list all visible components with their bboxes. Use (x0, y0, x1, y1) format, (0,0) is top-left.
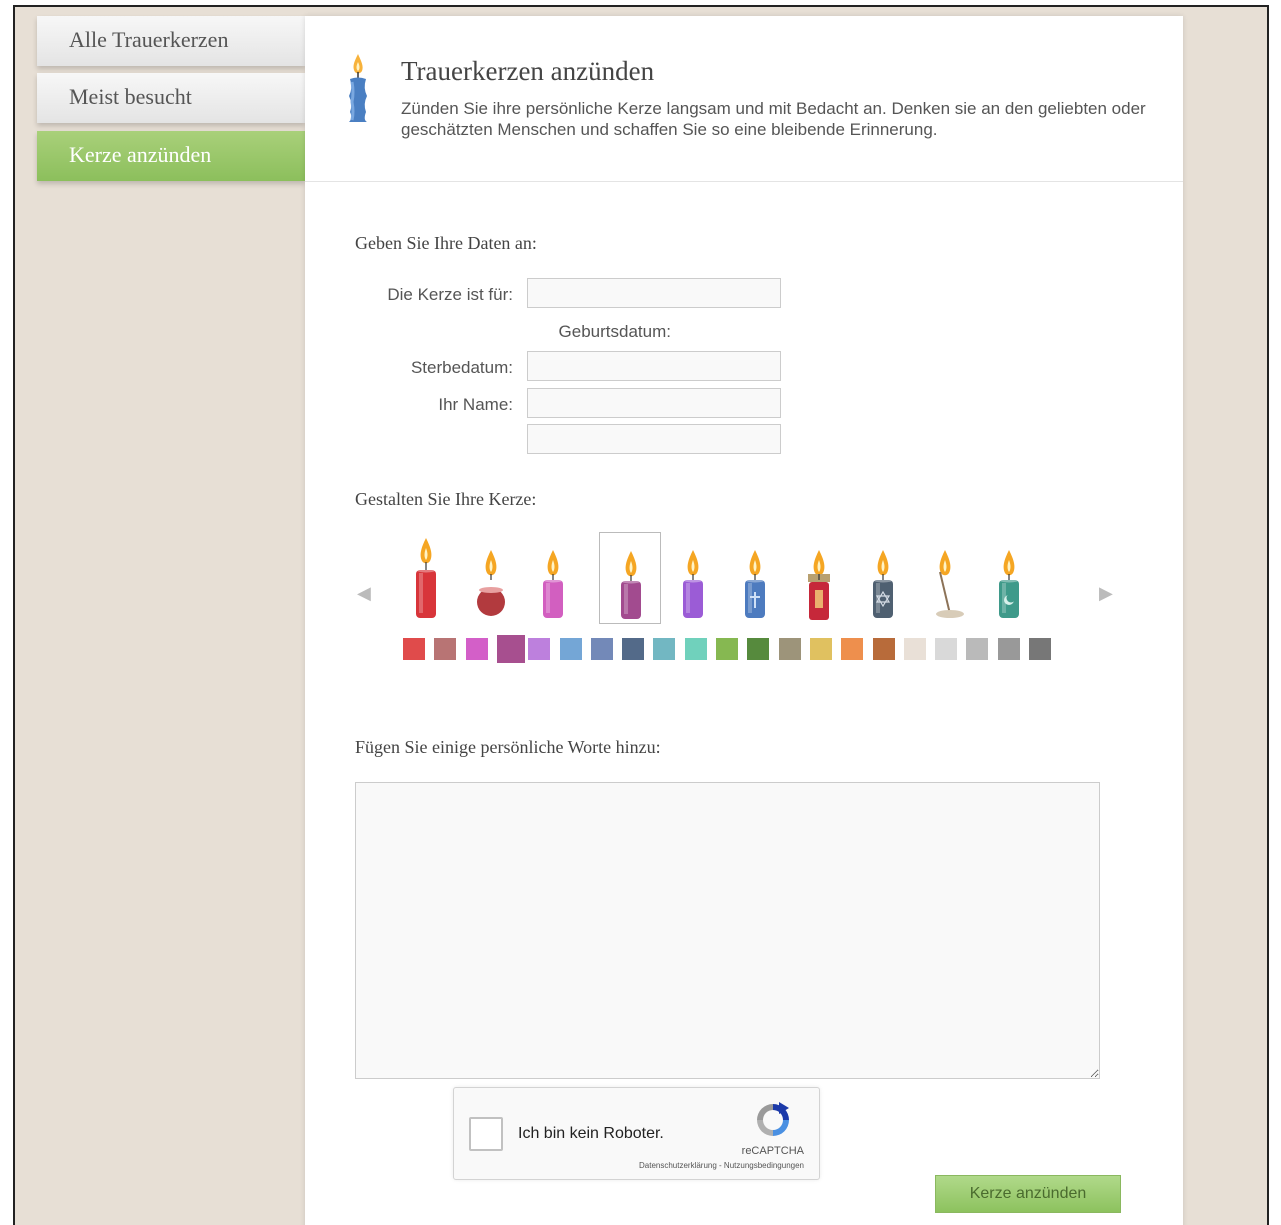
star-of-david-candle-icon (873, 550, 893, 618)
main-panel: Trauerkerzen anzünden Zünden Sie ihre pe… (305, 16, 1183, 1225)
tall-red-candle-option[interactable] (395, 532, 457, 624)
color-swatch[interactable] (747, 638, 770, 660)
label-your-name: Ihr Name: (438, 395, 513, 414)
pink-candle-option[interactable] (522, 532, 584, 624)
blue-cross-candle-icon (745, 550, 765, 618)
color-swatch[interactable] (559, 638, 582, 660)
sidebar-item-kerze-anzuenden[interactable]: Kerze anzünden (37, 131, 305, 181)
color-swatch[interactable] (653, 638, 676, 660)
death-date-field[interactable] (527, 351, 781, 381)
recaptcha-label: Ich bin kein Roboter. (518, 1125, 664, 1142)
teal-crescent-candle-option[interactable] (978, 532, 1040, 624)
message-textarea[interactable] (355, 782, 1100, 1079)
incense-stick-icon (936, 550, 964, 618)
color-swatch[interactable] (935, 638, 958, 660)
wavy-purple-candle-icon (621, 551, 641, 619)
color-swatch[interactable] (528, 638, 551, 660)
color-swatch[interactable] (684, 638, 707, 660)
page-title: Trauerkerzen anzünden (401, 56, 655, 86)
design-section-title: Gestalten Sie Ihre Kerze: (355, 489, 537, 509)
color-swatch[interactable] (778, 638, 801, 660)
candle-prev-arrow-icon[interactable]: ◀ (357, 583, 371, 604)
color-swatch[interactable] (716, 638, 738, 660)
color-swatch[interactable] (465, 638, 488, 660)
blue-cross-candle-option[interactable] (724, 532, 786, 624)
teal-crescent-candle-icon (999, 550, 1019, 618)
color-swatch[interactable] (872, 638, 895, 660)
color-swatch[interactable] (997, 638, 1020, 660)
label-death-date: Sterbedatum: (410, 358, 513, 377)
recaptcha-links[interactable]: Datenschutzerklärung - Nutzungsbedingung… (639, 1161, 804, 1170)
recaptcha-brand: reCAPTCHA (741, 1145, 804, 1157)
color-swatch[interactable] (903, 638, 926, 660)
color-swatch[interactable] (841, 638, 864, 660)
recaptcha-checkbox[interactable] (469, 1117, 503, 1151)
recaptcha-logo-icon (753, 1100, 793, 1140)
label-birth-date: Geburtsdatum: (558, 322, 671, 341)
page-header: Trauerkerzen anzünden Zünden Sie ihre pe… (305, 16, 1183, 182)
color-swatch[interactable] (622, 638, 645, 660)
color-swatch[interactable] (1029, 638, 1051, 660)
violet-candle-icon (683, 550, 703, 618)
grave-lantern-candle-option[interactable] (788, 532, 850, 624)
candle-next-arrow-icon[interactable]: ▶ (1099, 583, 1113, 604)
pink-candle-icon (543, 550, 563, 618)
color-swatch[interactable] (966, 638, 989, 660)
sidebar-item-meist-besucht[interactable]: Meist besucht (37, 73, 305, 123)
recaptcha-widget: Ich bin kein Roboter. reCAPTCHA Datensch… (453, 1087, 820, 1180)
wavy-purple-candle-option[interactable] (599, 532, 661, 624)
page-description: Zünden Sie ihre persönliche Kerze langsa… (401, 99, 1146, 139)
grave-lantern-candle-icon (808, 550, 830, 620)
color-swatch[interactable] (434, 638, 457, 660)
page-frame: Alle Trauerkerzen Meist besucht Kerze an… (13, 5, 1269, 1225)
color-swatch[interactable] (403, 638, 425, 660)
label-candle-for: Die Kerze ist für: (387, 285, 513, 304)
candle-icon (345, 52, 371, 124)
color-swatch[interactable] (590, 638, 613, 660)
incense-stick-option[interactable] (914, 532, 976, 624)
extra-field[interactable] (527, 424, 781, 454)
candle-for-field[interactable] (527, 278, 781, 308)
your-name-field[interactable] (527, 388, 781, 418)
sidebar-item-alle-trauerkerzen[interactable]: Alle Trauerkerzen (37, 16, 305, 66)
star-of-david-candle-option[interactable] (852, 532, 914, 624)
round-red-candle-icon (477, 550, 505, 616)
color-swatch[interactable] (496, 635, 525, 663)
light-candle-button[interactable]: Kerze anzünden (935, 1175, 1121, 1213)
round-red-candle-option[interactable] (460, 532, 522, 624)
violet-candle-option[interactable] (662, 532, 724, 624)
message-section-title: Fügen Sie einige persönliche Worte hinzu… (355, 737, 661, 757)
color-swatch[interactable] (809, 638, 832, 660)
tall-red-candle-icon (416, 538, 436, 618)
data-section-title: Geben Sie Ihre Daten an: (355, 233, 537, 253)
